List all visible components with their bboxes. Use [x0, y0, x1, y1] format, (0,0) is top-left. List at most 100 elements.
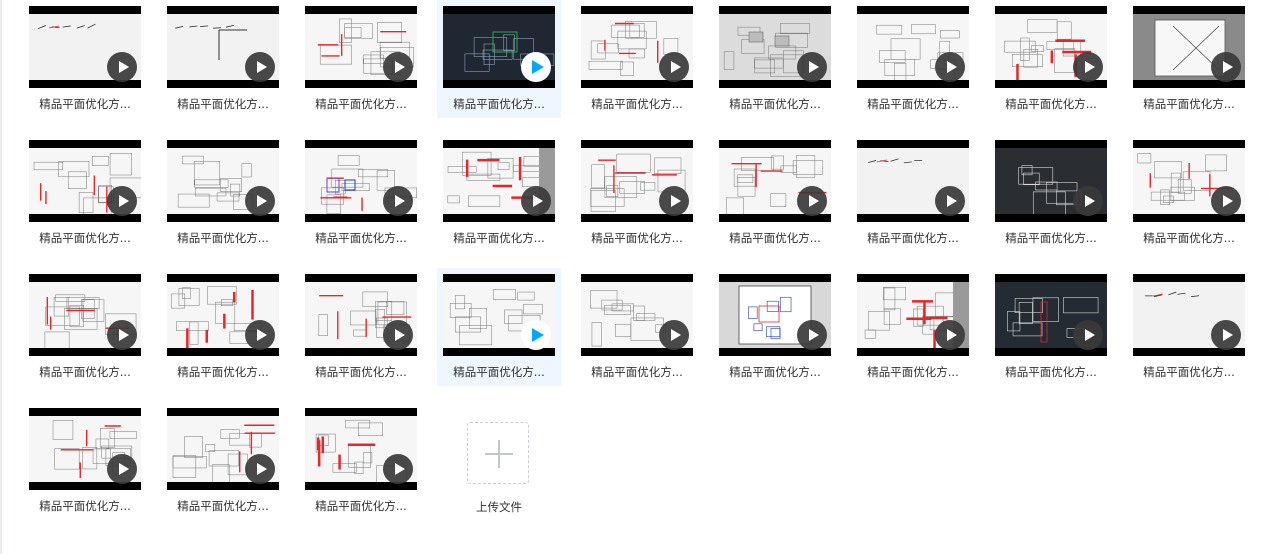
video-item[interactable]: 精品平面优化方... [23, 402, 147, 520]
video-item[interactable]: 精品平面优化方... [575, 0, 699, 118]
play-icon[interactable] [659, 52, 689, 82]
video-title[interactable]: 精品平面优化方... [1127, 96, 1251, 112]
play-icon[interactable] [1211, 186, 1241, 216]
video-item[interactable]: 精品平面优化方... [23, 134, 147, 252]
video-item[interactable]: 精品平面优化方... [23, 268, 147, 386]
video-item[interactable]: 精品平面优化方... [299, 402, 423, 520]
video-item[interactable]: 精品平面优化方... [23, 0, 147, 118]
play-icon[interactable] [935, 52, 965, 82]
play-icon[interactable] [383, 52, 413, 82]
video-title[interactable]: 精品平面优化方... [989, 230, 1113, 246]
play-icon[interactable] [1211, 320, 1241, 350]
video-item[interactable]: 精品平面优化方... [161, 0, 285, 118]
video-thumbnail[interactable] [857, 6, 969, 88]
play-icon[interactable] [1073, 186, 1103, 216]
play-icon[interactable] [521, 320, 551, 350]
play-icon[interactable] [659, 320, 689, 350]
video-title[interactable]: 精品平面优化方... [713, 96, 837, 112]
video-thumbnail[interactable] [581, 274, 693, 356]
video-item[interactable]: 精品平面优化方... [989, 0, 1113, 118]
play-icon[interactable] [245, 52, 275, 82]
video-title[interactable]: 精品平面优化方... [437, 230, 561, 246]
play-icon[interactable] [797, 52, 827, 82]
video-item[interactable]: 精品平面优化方... [437, 268, 561, 386]
play-icon[interactable] [383, 320, 413, 350]
video-title[interactable]: 精品平面优化方... [23, 96, 147, 112]
video-thumbnail[interactable] [857, 274, 969, 356]
video-thumbnail[interactable] [581, 6, 693, 88]
video-item[interactable]: 精品平面优化方... [713, 268, 837, 386]
video-title[interactable]: 精品平面优化方... [161, 230, 285, 246]
play-icon[interactable] [107, 52, 137, 82]
video-item[interactable]: 精品平面优化方... [161, 134, 285, 252]
video-thumbnail[interactable] [29, 140, 141, 222]
video-thumbnail[interactable] [167, 140, 279, 222]
video-item[interactable]: 精品平面优化方... [299, 268, 423, 386]
video-item[interactable]: 精品平面优化方... [299, 0, 423, 118]
play-icon[interactable] [383, 186, 413, 216]
video-item[interactable]: 精品平面优化方... [713, 0, 837, 118]
video-title[interactable]: 精品平面优化方... [989, 364, 1113, 380]
video-thumbnail[interactable] [443, 140, 555, 222]
video-item[interactable]: 精品平面优化方... [437, 134, 561, 252]
upload-box[interactable] [467, 422, 529, 484]
video-title[interactable]: 精品平面优化方... [299, 364, 423, 380]
video-item[interactable]: 精品平面优化方... [851, 268, 975, 386]
video-item[interactable]: 精品平面优化方... [851, 0, 975, 118]
play-icon[interactable] [521, 52, 551, 82]
video-thumbnail[interactable] [719, 274, 831, 356]
video-item[interactable]: 精品平面优化方... [575, 134, 699, 252]
video-item[interactable]: 精品平面优化方... [851, 134, 975, 252]
video-thumbnail[interactable] [995, 274, 1107, 356]
video-item[interactable]: 精品平面优化方... [1127, 0, 1251, 118]
play-icon[interactable] [107, 320, 137, 350]
video-title[interactable]: 精品平面优化方... [713, 364, 837, 380]
video-thumbnail[interactable] [305, 140, 417, 222]
play-icon[interactable] [935, 186, 965, 216]
video-thumbnail[interactable] [443, 274, 555, 356]
video-thumbnail[interactable] [995, 6, 1107, 88]
video-title[interactable]: 精品平面优化方... [23, 230, 147, 246]
video-item[interactable]: 精品平面优化方... [575, 268, 699, 386]
upload-file-button[interactable]: 上传文件 [437, 402, 561, 520]
video-title[interactable]: 精品平面优化方... [575, 230, 699, 246]
video-item[interactable]: 精品平面优化方... [299, 134, 423, 252]
video-item[interactable]: 精品平面优化方... [161, 268, 285, 386]
play-icon[interactable] [797, 320, 827, 350]
video-thumbnail[interactable] [29, 274, 141, 356]
play-icon[interactable] [245, 186, 275, 216]
video-title[interactable]: 精品平面优化方... [851, 96, 975, 112]
play-icon[interactable] [797, 186, 827, 216]
video-item[interactable]: 精品平面优化方... [989, 268, 1113, 386]
video-thumbnail[interactable] [719, 140, 831, 222]
video-item[interactable]: 精品平面优化方... [989, 134, 1113, 252]
video-item[interactable]: 精品平面优化方... [1127, 134, 1251, 252]
play-icon[interactable] [935, 320, 965, 350]
video-thumbnail[interactable] [167, 274, 279, 356]
video-item[interactable]: 精品平面优化方... [1127, 268, 1251, 386]
video-thumbnail[interactable] [29, 6, 141, 88]
video-title[interactable]: 精品平面优化方... [299, 230, 423, 246]
video-title[interactable]: 精品平面优化方... [23, 498, 147, 514]
video-thumbnail[interactable] [581, 140, 693, 222]
video-title[interactable]: 精品平面优化方... [437, 96, 561, 112]
video-title[interactable]: 精品平面优化方... [23, 364, 147, 380]
video-title[interactable]: 精品平面优化方... [161, 364, 285, 380]
video-title[interactable]: 精品平面优化方... [575, 96, 699, 112]
video-item[interactable]: 精品平面优化方... [161, 402, 285, 520]
video-title[interactable]: 精品平面优化方... [299, 498, 423, 514]
video-thumbnail[interactable] [443, 6, 555, 88]
video-title[interactable]: 精品平面优化方... [1127, 364, 1251, 380]
video-title[interactable]: 精品平面优化方... [713, 230, 837, 246]
play-icon[interactable] [245, 320, 275, 350]
play-icon[interactable] [1073, 52, 1103, 82]
play-icon[interactable] [107, 454, 137, 484]
video-thumbnail[interactable] [305, 274, 417, 356]
video-thumbnail[interactable] [1133, 274, 1245, 356]
play-icon[interactable] [659, 186, 689, 216]
play-icon[interactable] [1073, 320, 1103, 350]
video-title[interactable]: 精品平面优化方... [299, 96, 423, 112]
video-thumbnail[interactable] [305, 408, 417, 490]
video-title[interactable]: 精品平面优化方... [575, 364, 699, 380]
video-thumbnail[interactable] [857, 140, 969, 222]
